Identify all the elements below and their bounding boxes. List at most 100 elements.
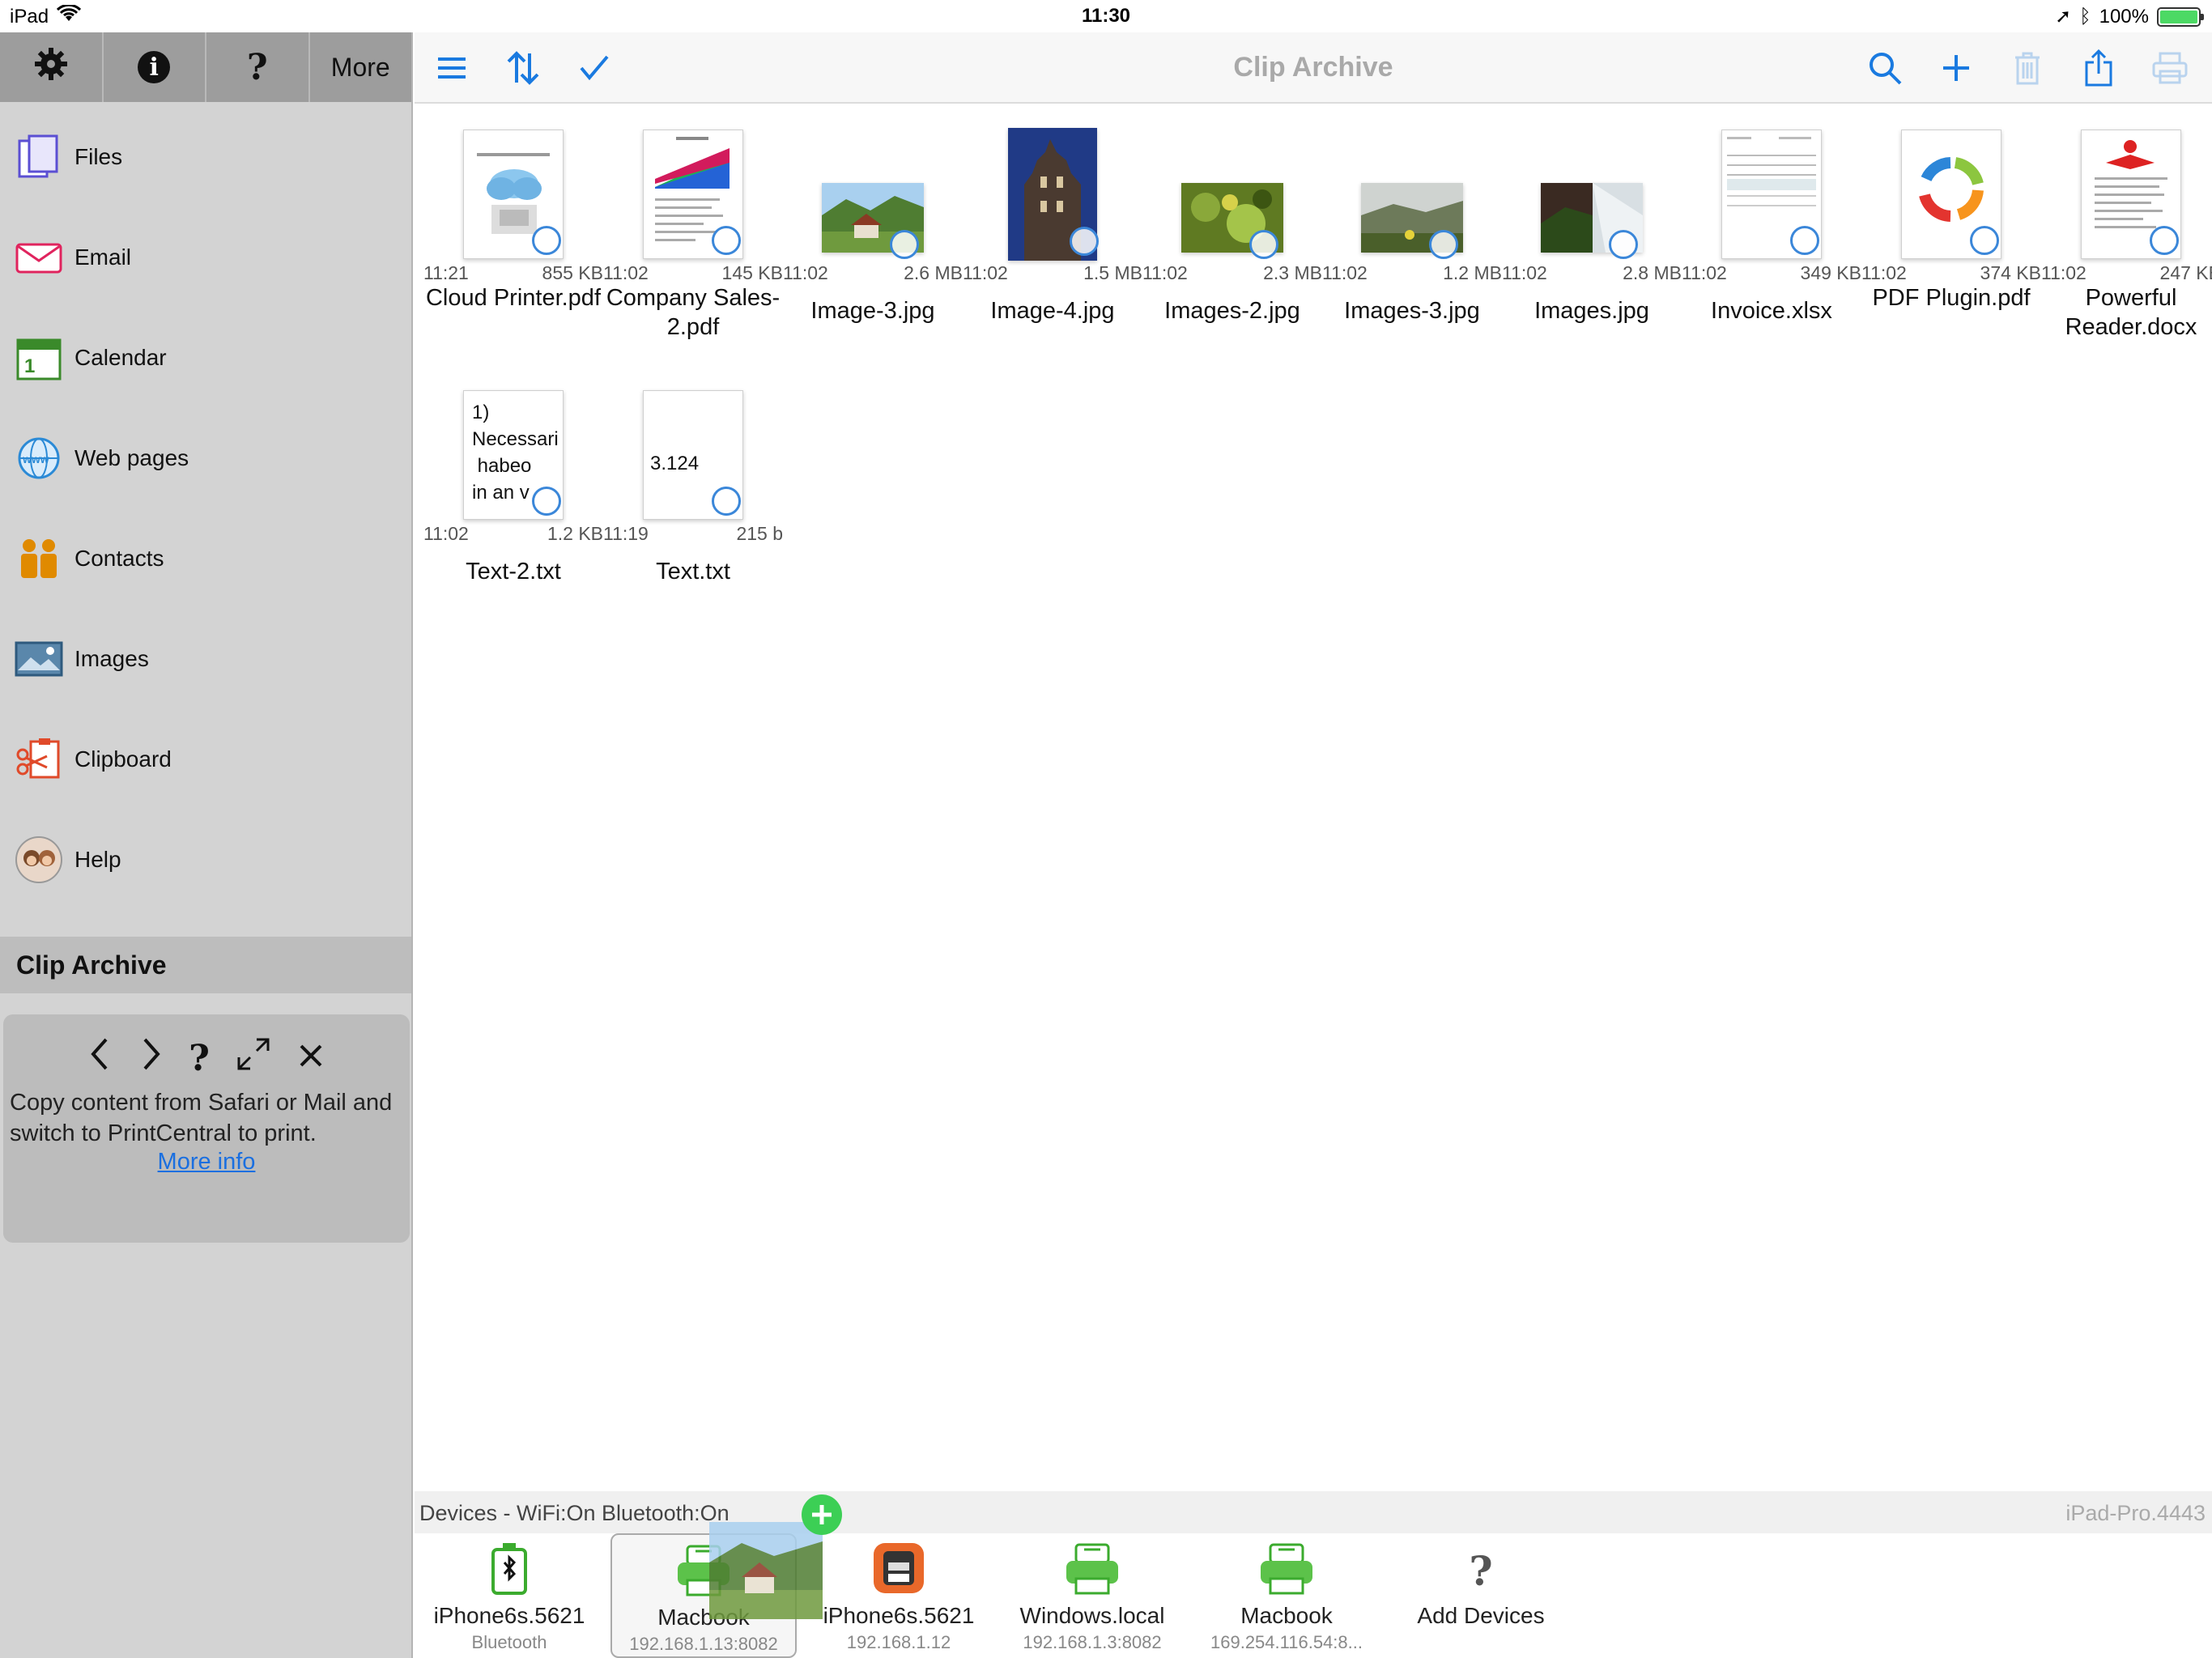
add-devices-button[interactable]: ? Add Devices bbox=[1388, 1533, 1574, 1658]
clipboard-icon bbox=[15, 735, 63, 784]
select-circle-icon[interactable] bbox=[890, 230, 919, 259]
sidebar-item-label: Clipboard bbox=[74, 746, 172, 772]
device-item[interactable]: iPhone6s.5621 192.168.1.12 bbox=[806, 1533, 992, 1658]
question-icon[interactable]: ? bbox=[189, 1038, 210, 1079]
sidebar-item-images[interactable]: Images bbox=[0, 609, 411, 709]
file-name: Images.jpg bbox=[1534, 298, 1649, 324]
clip-archive-panel: ? Copy content from Safari or Mail and s… bbox=[3, 1014, 410, 1243]
select-circle-icon[interactable] bbox=[532, 487, 561, 516]
device-address: 169.254.116.54:8... bbox=[1210, 1632, 1363, 1652]
close-icon[interactable] bbox=[297, 1039, 325, 1078]
images-icon bbox=[15, 635, 63, 683]
file-time: 11:02 bbox=[1142, 262, 1188, 283]
file-item[interactable]: 11:02 2.3 MB Images-2.jpg bbox=[1142, 121, 1322, 364]
device-address: 192.168.1.3:8082 bbox=[1023, 1632, 1162, 1652]
file-time: 11:02 bbox=[783, 262, 828, 283]
document-thumbnail bbox=[2081, 130, 2181, 259]
file-item[interactable]: 11:02 374 KB PDF Plugin.pdf bbox=[1861, 121, 2041, 364]
status-bar: iPad 11:30 ➚ ᛒ 100% bbox=[0, 0, 2212, 32]
select-circle-icon[interactable] bbox=[1790, 226, 1819, 255]
calendar-icon: 1 bbox=[15, 334, 63, 382]
device-address: 192.168.1.13:8082 bbox=[629, 1634, 778, 1654]
file-name: Images-2.jpg bbox=[1164, 298, 1300, 324]
sidebar-item-email[interactable]: Email bbox=[0, 207, 411, 308]
image-thumbnail bbox=[1361, 183, 1463, 259]
add-badge-icon[interactable] bbox=[802, 1494, 842, 1535]
device-address: 192.168.1.12 bbox=[846, 1632, 951, 1652]
text-thumbnail: 1) Necessari habeo in an v bbox=[463, 390, 564, 520]
file-size: 215 b bbox=[736, 523, 783, 544]
printer-icon bbox=[999, 1533, 1185, 1595]
device-item[interactable]: iPhone6s.5621 Bluetooth bbox=[416, 1533, 602, 1658]
select-circle-icon[interactable] bbox=[1609, 230, 1638, 259]
file-item[interactable]: 11:02 145 KB Company Sales-2.pdf bbox=[603, 121, 783, 364]
file-size: 145 KB bbox=[721, 262, 783, 283]
globe-icon: www bbox=[15, 434, 63, 483]
file-item[interactable]: 11:02 2.8 MB Images.jpg bbox=[1502, 121, 1682, 364]
select-circle-icon[interactable] bbox=[1249, 230, 1278, 259]
file-item[interactable]: 11:02 1.2 MB Images-3.jpg bbox=[1322, 121, 1502, 364]
select-circle-icon[interactable] bbox=[2150, 226, 2179, 255]
select-circle-icon[interactable] bbox=[1970, 226, 1999, 255]
sidebar-item-files[interactable]: Files bbox=[0, 107, 411, 207]
select-circle-icon[interactable] bbox=[712, 487, 741, 516]
chevron-right-icon[interactable] bbox=[138, 1036, 163, 1080]
expand-icon[interactable] bbox=[236, 1036, 271, 1080]
sidebar-nav: Files Email 1 Calendar www Web pages Con… bbox=[0, 107, 411, 910]
device-item[interactable]: Windows.local 192.168.1.3:8082 bbox=[999, 1533, 1185, 1658]
image-thumbnail bbox=[1541, 183, 1643, 259]
info-icon: i bbox=[138, 51, 171, 83]
file-time: 11:02 bbox=[2041, 262, 2087, 283]
file-item[interactable]: 11:21 855 KB Cloud Printer.pdf bbox=[423, 121, 603, 364]
file-item[interactable]: 1) Necessari habeo in an v 11:02 1.2 KB T… bbox=[423, 382, 603, 625]
info-button[interactable]: i bbox=[104, 32, 206, 102]
select-circle-icon[interactable] bbox=[1429, 230, 1458, 259]
spreadsheet-thumbnail bbox=[1721, 130, 1822, 259]
sidebar-item-label: Images bbox=[74, 646, 149, 671]
svg-text:1: 1 bbox=[24, 355, 35, 377]
more-label: More bbox=[330, 52, 390, 82]
sidebar-item-web-pages[interactable]: www Web pages bbox=[0, 408, 411, 508]
file-item[interactable]: 11:02 247 KB Powerful Reader.docx bbox=[2041, 121, 2212, 364]
gear-icon bbox=[33, 46, 69, 89]
sidebar-item-clipboard[interactable]: Clipboard bbox=[0, 709, 411, 810]
select-circle-icon[interactable] bbox=[1070, 227, 1099, 256]
settings-button[interactable] bbox=[0, 32, 104, 102]
more-button[interactable]: More bbox=[310, 32, 412, 102]
device-address: Bluetooth bbox=[471, 1632, 547, 1652]
chevron-left-icon[interactable] bbox=[88, 1036, 113, 1080]
print-icon[interactable] bbox=[2149, 47, 2191, 89]
sidebar-item-help[interactable]: Help bbox=[0, 810, 411, 910]
device-item[interactable]: Macbook 169.254.116.54:8... bbox=[1193, 1533, 1380, 1658]
file-size: 247 KB bbox=[2159, 262, 2212, 283]
search-icon[interactable] bbox=[1864, 47, 1906, 89]
sidebar-item-contacts[interactable]: Contacts bbox=[0, 508, 411, 609]
main-toolbar: Clip Archive bbox=[415, 32, 2212, 104]
more-info-link[interactable]: More info bbox=[3, 1149, 410, 1175]
help-button[interactable]: ? bbox=[206, 32, 310, 102]
select-circle-icon[interactable] bbox=[712, 226, 741, 255]
printer-icon bbox=[1193, 1533, 1380, 1595]
file-item[interactable]: 3.124 11:19 215 b Text.txt bbox=[603, 382, 783, 625]
file-item[interactable]: 11:02 2.6 MB Image-3.jpg bbox=[783, 121, 963, 364]
file-size: 1.5 MB bbox=[1083, 262, 1142, 283]
sidebar-item-calendar[interactable]: 1 Calendar bbox=[0, 308, 411, 408]
sidebar-toolbar: i ? More bbox=[0, 32, 411, 102]
sidebar-item-label: Web pages bbox=[74, 445, 189, 470]
trash-icon[interactable] bbox=[2006, 47, 2048, 89]
add-icon[interactable] bbox=[1935, 47, 1977, 89]
file-item[interactable]: 11:02 1.5 MB Image-4.jpg bbox=[963, 121, 1142, 364]
file-size: 349 KB bbox=[1800, 262, 1861, 283]
file-size: 2.6 MB bbox=[904, 262, 963, 283]
main-content: Clip Archive 11:21 855 KB Cloud Printer.… bbox=[415, 32, 2212, 1658]
file-time: 11:02 bbox=[603, 262, 649, 283]
text-thumbnail: 3.124 bbox=[643, 390, 743, 520]
file-item[interactable]: 11:02 349 KB Invoice.xlsx bbox=[1682, 121, 1861, 364]
select-circle-icon[interactable] bbox=[532, 226, 561, 255]
email-icon bbox=[15, 233, 63, 282]
file-time: 11:19 bbox=[603, 523, 649, 544]
question-icon: ? bbox=[1469, 1547, 1493, 1595]
file-time: 11:02 bbox=[1861, 262, 1907, 283]
pdf-thumbnail bbox=[463, 130, 564, 259]
share-icon[interactable] bbox=[2078, 47, 2120, 89]
